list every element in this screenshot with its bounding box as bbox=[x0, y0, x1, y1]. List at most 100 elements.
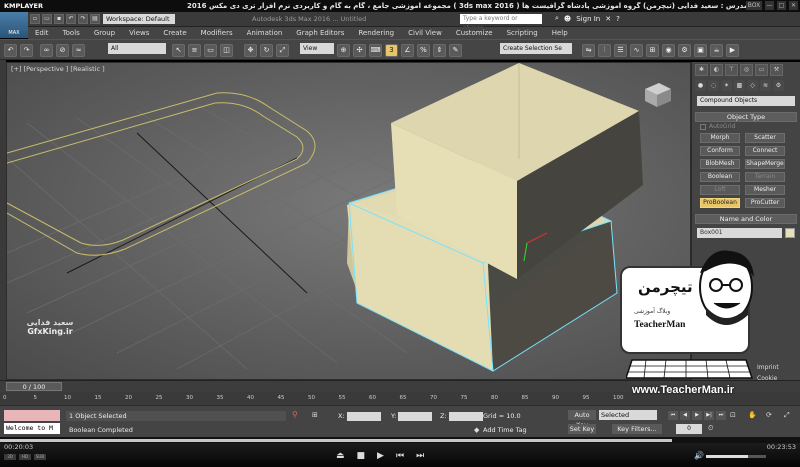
unlink-icon[interactable]: ⊘ bbox=[56, 44, 69, 57]
layer-explorer-icon[interactable]: ☰ bbox=[614, 44, 627, 57]
lock-selection-icon[interactable]: ⚲ bbox=[292, 410, 298, 419]
select-scale-icon[interactable]: ⤢ bbox=[276, 44, 289, 57]
bind-space-warp-icon[interactable]: ≈ bbox=[72, 44, 85, 57]
exchange-icon[interactable]: ✕ bbox=[605, 15, 611, 23]
current-frame-field[interactable]: 0 bbox=[676, 424, 702, 434]
object-name-field[interactable]: Box001 bbox=[697, 228, 782, 238]
auto-key-button[interactable]: Auto Key bbox=[568, 410, 596, 429]
redo-tool-icon[interactable]: ↷ bbox=[20, 44, 33, 57]
select-by-name-icon[interactable]: ≡ bbox=[188, 44, 201, 57]
pan-view-icon[interactable]: ✋ bbox=[748, 411, 757, 419]
mode-button-hd[interactable]: HD bbox=[19, 454, 31, 460]
mirror-icon[interactable]: ⇋ bbox=[582, 44, 595, 57]
menu-tools[interactable]: Tools bbox=[56, 29, 87, 37]
undo-icon[interactable]: ↶ bbox=[66, 14, 76, 24]
time-slider[interactable]: 0 / 100 bbox=[6, 382, 62, 391]
render-setup-icon[interactable]: ⚙ bbox=[678, 44, 691, 57]
blobmesh-button[interactable]: BlobMesh bbox=[700, 159, 740, 169]
spinner-snap-icon[interactable]: ⇕ bbox=[433, 44, 446, 57]
hierarchy-tab-icon[interactable]: ⊤ bbox=[725, 64, 738, 76]
mode-button-3d[interactable]: 3D bbox=[4, 454, 16, 460]
object-color-swatch[interactable] bbox=[785, 228, 795, 238]
select-move-icon[interactable]: ✥ bbox=[244, 44, 257, 57]
go-to-end-icon[interactable]: ⏭ bbox=[716, 411, 726, 420]
conform-button[interactable]: Conform bbox=[700, 146, 740, 156]
select-manipulate-icon[interactable]: ✣ bbox=[353, 44, 366, 57]
workspace-dropdown[interactable]: Workspace: Default bbox=[103, 14, 175, 24]
curve-editor-icon[interactable]: ∿ bbox=[630, 44, 643, 57]
minimize-icon[interactable]: — bbox=[765, 1, 774, 10]
eject-icon[interactable]: ⏏ bbox=[336, 451, 345, 461]
morph-button[interactable]: Morph bbox=[700, 133, 740, 143]
motion-tab-icon[interactable]: ◎ bbox=[740, 64, 753, 76]
mode-button-sub[interactable]: SUB bbox=[34, 454, 46, 460]
utilities-tab-icon[interactable]: ⚒ bbox=[770, 64, 783, 76]
rendered-frame-icon[interactable]: ▣ bbox=[694, 44, 707, 57]
systems-icon[interactable]: ⚙ bbox=[773, 80, 784, 91]
project-folder-icon[interactable]: ▤ bbox=[90, 14, 100, 24]
menu-graph-editors[interactable]: Graph Editors bbox=[289, 29, 351, 37]
next-frame-icon[interactable]: ▶| bbox=[704, 411, 714, 420]
add-time-tag[interactable]: Add Time Tag bbox=[483, 426, 527, 434]
display-tab-icon[interactable]: ▭ bbox=[755, 64, 768, 76]
pivot-center-icon[interactable]: ⊕ bbox=[337, 44, 350, 57]
help-icon[interactable]: ? bbox=[616, 15, 620, 23]
angle-snap-icon[interactable]: ∠ bbox=[401, 44, 414, 57]
menu-scripting[interactable]: Scripting bbox=[500, 29, 545, 37]
open-file-icon[interactable]: ▭ bbox=[42, 14, 52, 24]
user-icon[interactable]: ☻ bbox=[564, 15, 571, 23]
align-icon[interactable]: ⫶ bbox=[598, 44, 611, 57]
render-production-icon[interactable]: ☕ bbox=[710, 44, 723, 57]
mesher-button[interactable]: Mesher bbox=[745, 185, 785, 195]
key-filters-button[interactable]: Key Filters... bbox=[612, 424, 662, 434]
select-object-icon[interactable]: ↖ bbox=[172, 44, 185, 57]
menu-help[interactable]: Help bbox=[545, 29, 575, 37]
proboolean-button[interactable]: ProBoolean bbox=[700, 198, 740, 208]
snaps-toggle-icon[interactable]: 3 bbox=[385, 44, 398, 57]
reference-coordinate-dropdown[interactable]: View bbox=[300, 43, 334, 54]
create-tab-icon[interactable]: ✱ bbox=[695, 64, 708, 76]
named-selection-sets-dropdown[interactable]: Create Selection Se bbox=[500, 43, 572, 54]
box-button[interactable]: BOX bbox=[746, 1, 762, 10]
terrain-button[interactable]: Terrain bbox=[745, 172, 785, 182]
absolute-mode-icon[interactable]: ⊞ bbox=[312, 411, 318, 419]
speaker-icon[interactable]: 🔊 bbox=[694, 451, 704, 460]
geometry-icon[interactable]: ● bbox=[695, 80, 706, 91]
menu-civil-view[interactable]: Civil View bbox=[401, 29, 449, 37]
rectangular-selection-icon[interactable]: ▭ bbox=[204, 44, 217, 57]
scatter-button[interactable]: Scatter bbox=[745, 133, 785, 143]
menu-views[interactable]: Views bbox=[122, 29, 156, 37]
key-selection-dropdown[interactable]: Selected bbox=[599, 410, 657, 420]
space-warps-icon[interactable]: ≋ bbox=[760, 80, 771, 91]
shapes-icon[interactable]: ◌ bbox=[708, 80, 719, 91]
maximize-viewport-icon[interactable]: ⤢ bbox=[784, 411, 790, 420]
window-crossing-icon[interactable]: ◫ bbox=[220, 44, 233, 57]
sign-in-link[interactable]: Sign In bbox=[576, 15, 600, 23]
maxscript-listener[interactable]: Welcome to M bbox=[4, 423, 60, 434]
edit-named-selection-icon[interactable]: ✎ bbox=[449, 44, 462, 57]
volume-slider[interactable] bbox=[706, 455, 766, 458]
helpers-icon[interactable]: ◇ bbox=[747, 80, 758, 91]
maximize-icon[interactable]: □ bbox=[777, 1, 786, 10]
material-editor-icon[interactable]: ◉ bbox=[662, 44, 675, 57]
binoculars-icon[interactable]: ⌕ bbox=[555, 14, 559, 23]
viewcube[interactable] bbox=[645, 83, 671, 107]
maxscript-listener-top[interactable] bbox=[4, 410, 60, 421]
video-play-icon[interactable]: ▶ bbox=[377, 451, 384, 461]
z-coordinate[interactable]: Z: bbox=[440, 411, 483, 421]
orbit-icon[interactable]: ⟳ bbox=[766, 411, 772, 419]
stop-icon[interactable]: ■ bbox=[357, 451, 366, 461]
percent-snap-icon[interactable]: % bbox=[417, 44, 430, 57]
close-icon[interactable]: ✕ bbox=[789, 1, 798, 10]
next-icon[interactable]: ⏭ bbox=[416, 451, 424, 461]
render-iterative-icon[interactable]: ▶ bbox=[726, 44, 739, 57]
y-coordinate[interactable]: Y: bbox=[391, 411, 433, 421]
keyboard-shortcut-icon[interactable]: ⌨ bbox=[369, 44, 382, 57]
zoom-extents-icon[interactable]: ⊡ bbox=[730, 411, 736, 419]
menu-customize[interactable]: Customize bbox=[449, 29, 500, 37]
player-logo[interactable]: KMPLAYER bbox=[0, 2, 43, 10]
schematic-view-icon[interactable]: ⊞ bbox=[646, 44, 659, 57]
x-coordinate[interactable]: X: bbox=[338, 411, 381, 421]
undo-tool-icon[interactable]: ↶ bbox=[4, 44, 17, 57]
boolean-button[interactable]: Boolean bbox=[700, 172, 740, 182]
